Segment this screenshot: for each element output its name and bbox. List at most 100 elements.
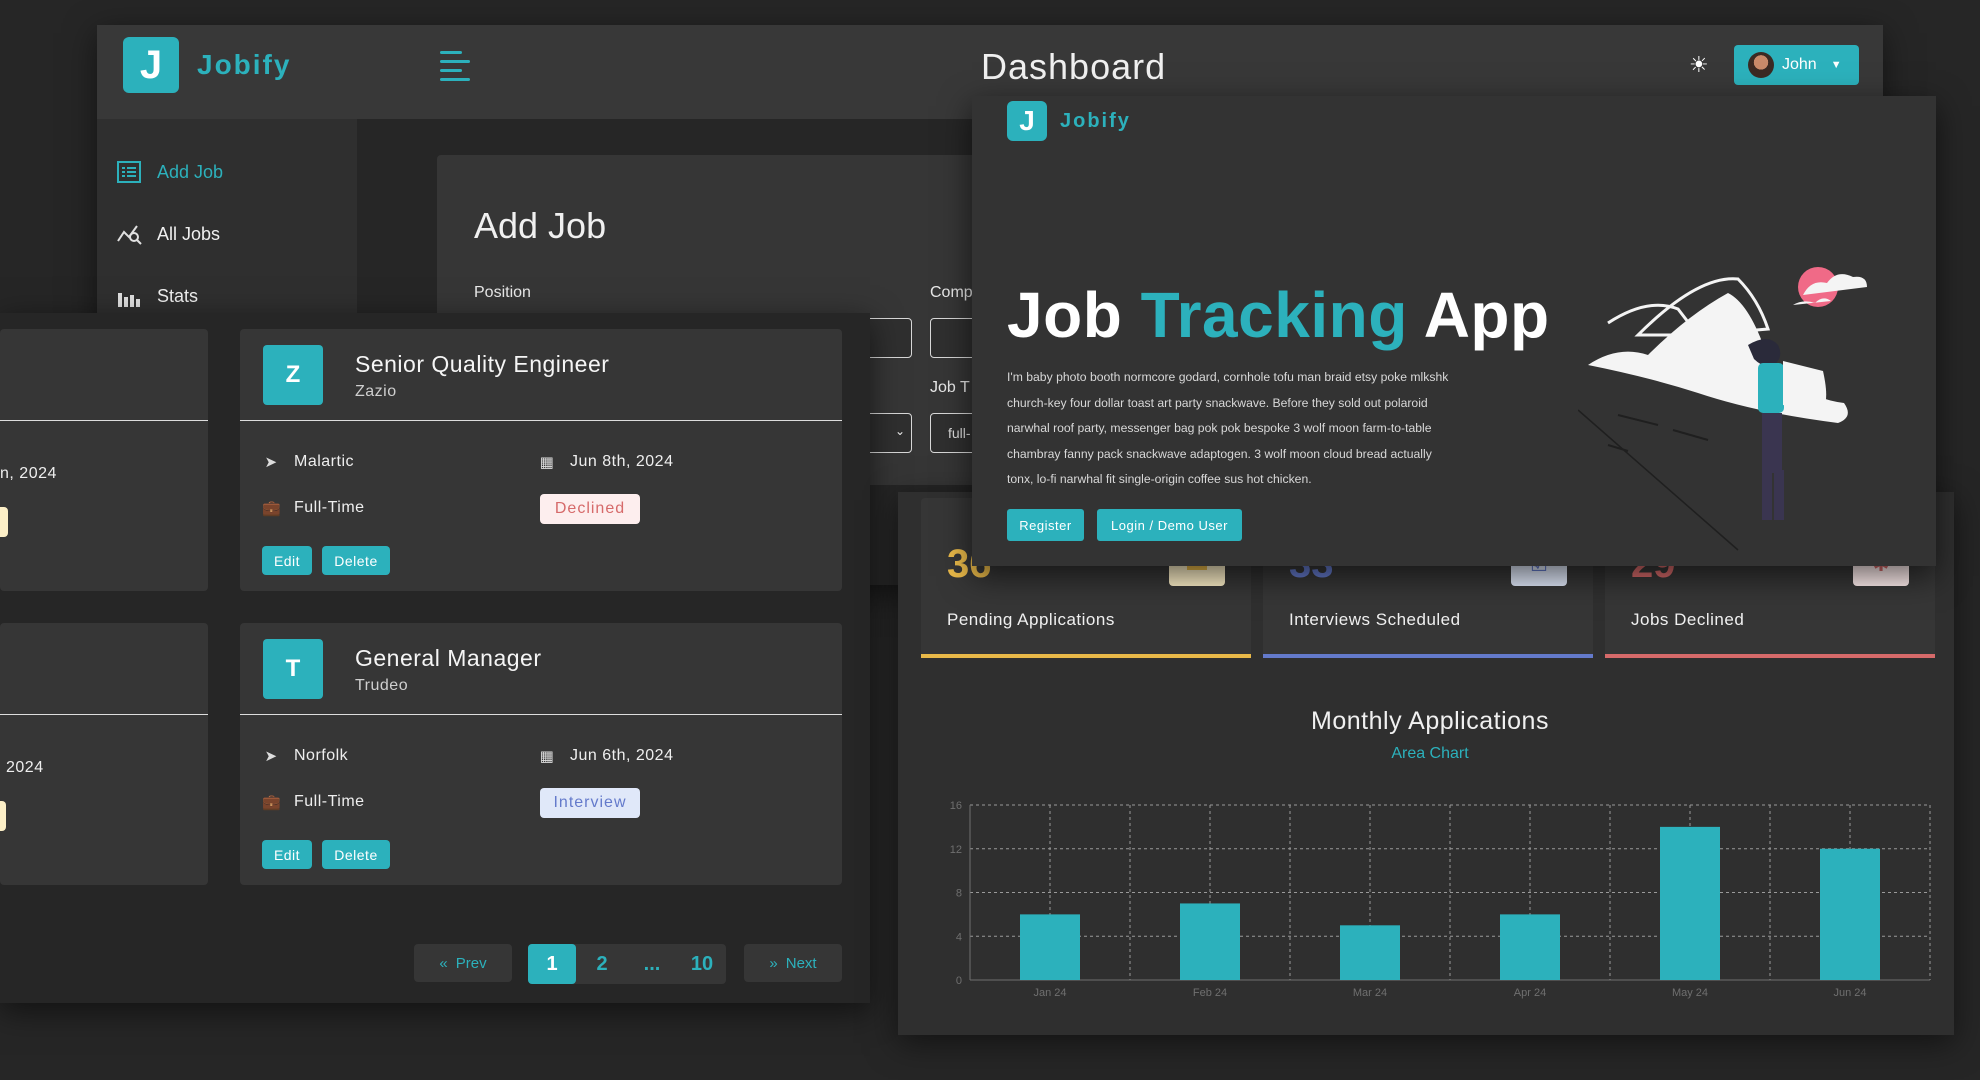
register-button[interactable]: Register — [1007, 509, 1084, 541]
job-position: Senior Quality Engineer — [355, 351, 610, 377]
job-type-label: Job T — [930, 379, 970, 396]
job-position: General Manager — [355, 645, 542, 671]
job-date-text: 2024 — [6, 759, 44, 776]
add-job-title: Add Job — [474, 205, 607, 246]
sidebar-item-stats[interactable]: Stats — [117, 285, 198, 307]
y-tick-label: 0 — [956, 975, 962, 987]
avatar — [1748, 52, 1774, 78]
sidebar-item-all-jobs[interactable]: All Jobs — [117, 223, 220, 245]
bar-apr-24 — [1500, 914, 1560, 980]
job-card-header: T General Manager Trudeo — [240, 623, 842, 715]
theme-toggle-icon[interactable]: ☀ — [1689, 54, 1711, 76]
stat-underline — [1263, 654, 1593, 658]
stat-title: Pending Applications — [947, 610, 1115, 629]
job-date: n, 2024 — [0, 465, 57, 483]
chevrons-right-icon: » — [769, 954, 778, 972]
user-name: John — [1782, 56, 1817, 73]
job-location: ➤ Malartic — [262, 453, 354, 471]
chart-type-toggle[interactable]: Area Chart — [1200, 745, 1660, 763]
job-type-text: Full-Time — [294, 793, 365, 810]
bar-jun-24 — [1820, 848, 1880, 980]
calendar-icon: ▦ — [539, 748, 555, 765]
job-card-header — [0, 623, 208, 715]
briefcase-icon: 💼 — [262, 500, 282, 517]
job-card: Z Senior Quality Engineer Zazio ➤ Malart… — [240, 329, 842, 591]
logo-icon[interactable]: J — [1007, 101, 1047, 141]
x-tick-label: Apr 24 — [1514, 987, 1546, 999]
stat-underline — [1605, 654, 1935, 658]
status-badge: Interview — [540, 788, 640, 818]
status-badge — [0, 507, 8, 537]
chart-title: Monthly Applications — [1311, 707, 1549, 735]
y-tick-label: 12 — [950, 844, 962, 856]
bar-chart-icon — [117, 285, 143, 307]
job-date-text: Jun 8th, 2024 — [570, 453, 674, 470]
job-date: 2024 — [6, 759, 44, 777]
job-location: ➤ Norfolk — [262, 747, 348, 765]
job-location-text: Norfolk — [294, 747, 349, 764]
x-tick-label: Feb 24 — [1193, 987, 1227, 999]
job-company: Zazio — [355, 383, 397, 400]
prev-label: Prev — [455, 954, 487, 972]
calendar-icon: ▦ — [539, 454, 555, 471]
page-ellipsis: ... — [643, 952, 661, 975]
hero-title-word: App — [1423, 279, 1550, 351]
company-avatar: Z — [263, 345, 323, 405]
stat-title: Jobs Declined — [1631, 610, 1745, 629]
hero-description: I'm baby photo booth normcore godard, co… — [1007, 370, 1449, 486]
all-jobs-window: n, 2024 2024 Z Senior Quality Engineer Z… — [0, 313, 870, 1003]
status-badge: Declined — [540, 494, 640, 524]
bar-mar-24 — [1340, 925, 1400, 980]
monthly-applications-chart: 0 4 8 12 16 Jan 24 Feb 24 Mar 24 Apr 24 May 24 Jun… — [950, 800, 1931, 999]
job-card-partial: 2024 — [0, 623, 208, 885]
job-type-value: full- — [948, 425, 971, 441]
delete-button[interactable]: Delete — [322, 546, 390, 575]
chart-line-icon — [117, 223, 143, 245]
delete-button[interactable]: Delete — [322, 840, 390, 869]
next-page-button[interactable]: » Next — [744, 944, 842, 982]
x-tick-label: May 24 — [1672, 987, 1708, 999]
next-label: Next — [785, 954, 817, 972]
logo-icon[interactable]: J — [123, 37, 179, 93]
hero-title-word: Job — [1007, 279, 1123, 351]
page-button-2[interactable]: 2 — [578, 944, 626, 984]
menu-toggle-icon[interactable] — [440, 51, 470, 81]
y-tick-label: 8 — [956, 888, 962, 900]
sidebar-item-label: Add Job — [157, 161, 224, 182]
job-company: Trudeo — [355, 677, 409, 694]
page-button-1[interactable]: 1 — [528, 944, 576, 984]
job-type: 💼 Full-Time — [262, 499, 365, 517]
form-icon — [117, 161, 143, 183]
company-label: Comp — [930, 284, 973, 301]
hero-title: Job Tracking App — [1007, 278, 1550, 352]
sidebar-item-add-job[interactable]: Add Job — [117, 161, 223, 183]
job-card-header — [0, 329, 208, 421]
page-button-10[interactable]: 10 — [678, 944, 726, 984]
sidebar-item-label: All Jobs — [157, 223, 221, 244]
brand-name[interactable]: Jobify — [1060, 110, 1131, 133]
job-card-header: Z Senior Quality Engineer Zazio — [240, 329, 842, 421]
bar-may-24 — [1660, 826, 1720, 980]
job-card-partial: n, 2024 — [0, 329, 208, 591]
login-demo-button[interactable]: Login / Demo User — [1097, 509, 1242, 541]
job-date: ▦ Jun 8th, 2024 — [538, 453, 673, 471]
user-menu-button[interactable]: John ▼ — [1734, 45, 1859, 85]
page-title: Dashboard — [981, 46, 1167, 87]
location-arrow-icon: ➤ — [264, 748, 278, 765]
job-date: ▦ Jun 6th, 2024 — [538, 747, 673, 765]
job-card: T General Manager Trudeo ➤ Norfolk ▦ Jun… — [240, 623, 842, 885]
edit-button[interactable]: Edit — [262, 546, 312, 575]
job-location-text: Malartic — [294, 453, 355, 470]
company-avatar: T — [263, 639, 323, 699]
chevron-down-icon: ⌄ — [894, 424, 905, 438]
job-date-text: n, 2024 — [0, 465, 57, 482]
briefcase-icon: 💼 — [262, 794, 282, 811]
page-numbers: 1 2 ... 10 — [528, 944, 726, 984]
x-tick-label: Mar 24 — [1353, 987, 1387, 999]
location-arrow-icon: ➤ — [264, 454, 278, 471]
prev-page-button[interactable]: « Prev — [414, 944, 512, 982]
brand-name[interactable]: Jobify — [197, 49, 291, 81]
edit-button[interactable]: Edit — [262, 840, 312, 869]
bar-jan-24 — [1020, 914, 1080, 980]
job-date-text: Jun 6th, 2024 — [570, 747, 674, 764]
